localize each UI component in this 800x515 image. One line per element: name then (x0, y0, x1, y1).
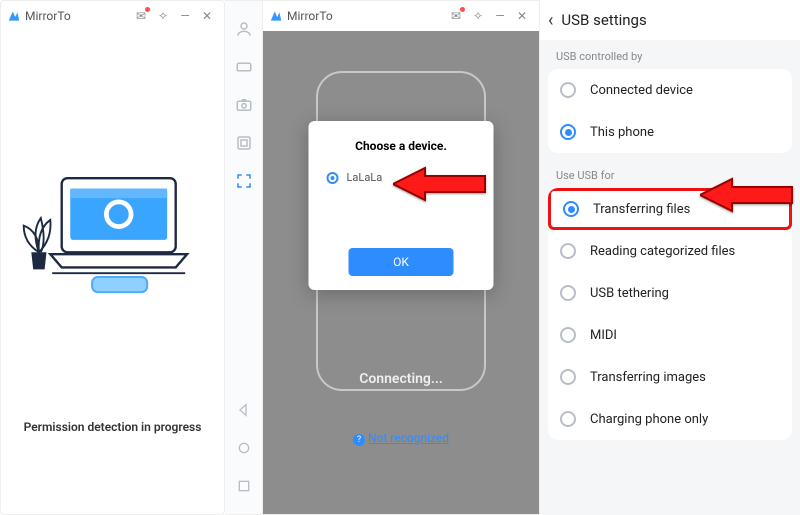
connecting-label: Connecting... (263, 371, 539, 387)
radio-selected-icon (327, 172, 339, 184)
recent-nav-icon[interactable] (234, 476, 254, 496)
pin-icon[interactable]: ✧ (467, 9, 489, 23)
usb-controlled-card: Connected device This phone (548, 69, 792, 153)
camera-icon[interactable] (234, 95, 254, 115)
settings-title: USB settings (561, 11, 646, 29)
radio-icon (560, 82, 576, 98)
back-icon[interactable]: ‹ (548, 10, 553, 31)
app-logo-icon (269, 9, 283, 23)
radio-icon (560, 369, 576, 385)
illustration (1, 31, 224, 406)
minimize-icon[interactable]: — (174, 9, 196, 23)
usb-for-card: Transferring files Reading categorized f… (548, 188, 792, 440)
radio-icon (560, 243, 576, 259)
radio-icon (560, 327, 576, 343)
opt-this-phone[interactable]: This phone (548, 111, 792, 153)
usb-settings-screen: ‹ USB settings USB controlled by Connect… (540, 0, 800, 515)
radio-icon (560, 411, 576, 427)
mirrorto-window-2: MirrorTo ✉ ✧ — ✕ Connecting... ?Not reco… (225, 0, 540, 515)
app-logo-icon (7, 9, 21, 23)
opt-usb-tethering[interactable]: USB tethering (548, 272, 792, 314)
mail-icon[interactable]: ✉ (130, 9, 152, 23)
opt-charging-only[interactable]: Charging phone only (548, 398, 792, 440)
pin-icon[interactable]: ✧ (152, 9, 174, 23)
app-title: MirrorTo (25, 9, 71, 23)
home-nav-icon[interactable] (234, 438, 254, 458)
user-icon[interactable] (234, 19, 254, 39)
help-icon: ? (353, 434, 365, 446)
keyboard-icon[interactable] (234, 57, 254, 77)
radio-icon (560, 285, 576, 301)
mirrorto-window-1: MirrorTo ✉ ✧ — ✕ Permission (0, 0, 225, 515)
modal-title: Choose a device. (327, 139, 476, 153)
choose-device-modal: Choose a device. LaLaLa OK (309, 121, 494, 290)
app-title: MirrorTo (287, 9, 333, 23)
settings-header: ‹ USB settings (540, 0, 800, 40)
device-option[interactable]: LaLaLa (327, 171, 476, 184)
close-icon[interactable]: ✕ (511, 9, 533, 23)
radio-selected-icon (563, 201, 579, 217)
screenshot-icon[interactable] (234, 133, 254, 153)
radio-selected-icon (560, 124, 576, 140)
close-icon[interactable]: ✕ (196, 9, 218, 23)
device-name: LaLaLa (347, 171, 383, 184)
fullscreen-icon[interactable] (234, 171, 254, 191)
opt-reading-categorized[interactable]: Reading categorized files (548, 230, 792, 272)
not-recognized-link[interactable]: ?Not recognized (263, 431, 539, 446)
opt-transferring-files[interactable]: Transferring files (548, 188, 792, 230)
titlebar-2: MirrorTo ✉ ✧ — ✕ (263, 1, 539, 31)
back-nav-icon[interactable] (234, 400, 254, 420)
minimize-icon[interactable]: — (489, 9, 511, 23)
side-rail (225, 0, 263, 515)
ok-button[interactable]: OK (349, 248, 454, 276)
status-caption: Permission detection in progress (1, 406, 224, 514)
section-label-2: Use USB for (540, 159, 800, 188)
opt-midi[interactable]: MIDI (548, 314, 792, 356)
opt-connected-device[interactable]: Connected device (548, 69, 792, 111)
titlebar: MirrorTo ✉ ✧ — ✕ (1, 1, 224, 31)
section-label-1: USB controlled by (540, 40, 800, 69)
mail-icon[interactable]: ✉ (445, 9, 467, 23)
opt-transferring-images[interactable]: Transferring images (548, 356, 792, 398)
